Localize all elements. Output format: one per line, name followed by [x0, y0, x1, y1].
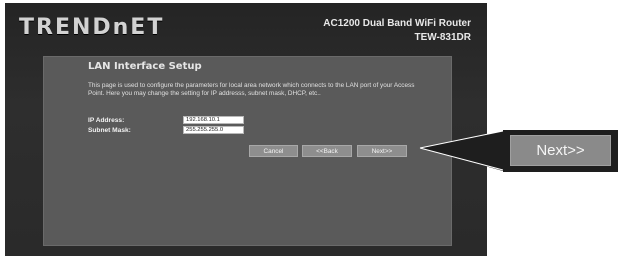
- zoom-callout: Next>>: [503, 130, 618, 172]
- zoomed-next-button: Next>>: [510, 135, 611, 166]
- callout-pointer: [419, 130, 504, 171]
